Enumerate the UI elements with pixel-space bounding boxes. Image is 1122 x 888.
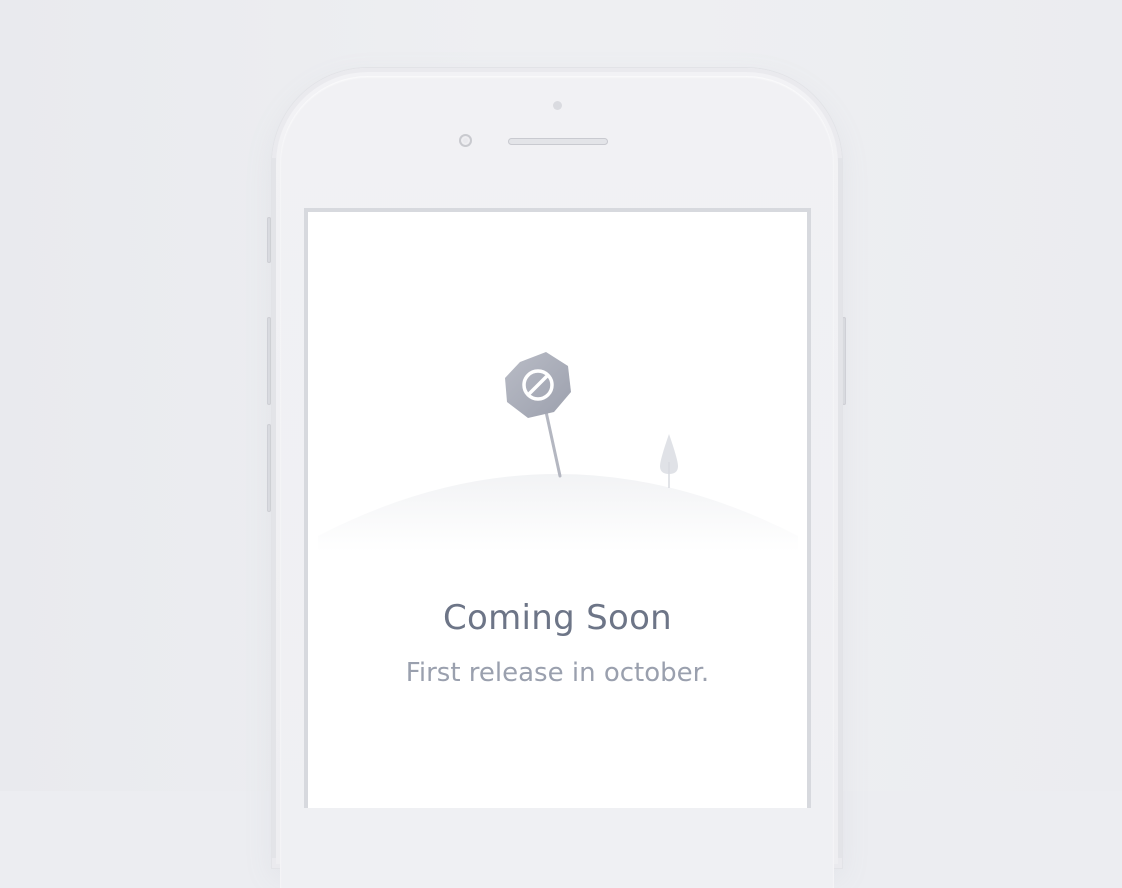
page-title: Coming Soon — [442, 598, 673, 638]
no-entry-sign-icon — [505, 352, 571, 418]
phone-edge-left — [272, 158, 276, 858]
power-button — [842, 317, 846, 405]
sign-pole — [543, 405, 562, 478]
phone-edge-right — [838, 158, 842, 858]
phone-screen: Coming Soon First release in october. — [304, 208, 811, 808]
empty-state: Coming Soon First release in october. — [308, 212, 807, 808]
page-subtitle: First release in october. — [405, 658, 710, 688]
volume-down-button — [267, 424, 271, 512]
volume-up-button — [267, 317, 271, 405]
coming-soon-illustration — [318, 352, 798, 552]
tree-icon — [660, 434, 678, 488]
sensor-icon — [459, 134, 472, 147]
front-camera-icon — [553, 101, 562, 110]
mute-switch — [267, 217, 271, 263]
earpiece-speaker — [508, 138, 608, 145]
hill — [318, 474, 798, 552]
